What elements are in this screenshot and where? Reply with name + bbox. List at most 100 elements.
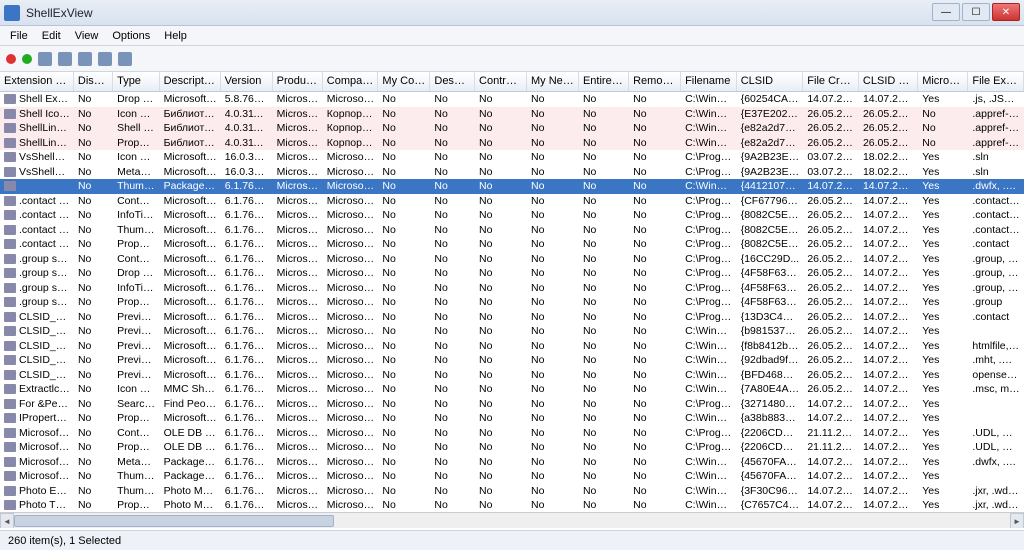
maximize-button[interactable]: ☐: [962, 3, 990, 21]
table-row[interactable]: Photo Ext...NoThumbnailPhoto Meta...6.1.…: [0, 484, 1024, 499]
column-header[interactable]: My Networ...: [527, 72, 579, 91]
table-row[interactable]: .group sh...NoContext Me...Microsoft (..…: [0, 252, 1024, 267]
properties-icon[interactable]: [78, 52, 92, 66]
cell: No: [74, 426, 113, 441]
table-row[interactable]: Shell Icon...NoIcon HandlerБиблиотек...4…: [0, 107, 1024, 122]
column-header[interactable]: Filename: [681, 72, 737, 91]
table-row[interactable]: Shell Exte...NoDrop Handl...Microsoft ..…: [0, 92, 1024, 107]
cell: 14.07.2009 ...: [859, 426, 918, 441]
cell: No: [430, 121, 475, 136]
column-header[interactable]: Control Pan...: [475, 72, 527, 91]
close-button[interactable]: ✕: [992, 3, 1020, 21]
cell: No: [475, 411, 527, 426]
column-header[interactable]: CLSID Modi...: [859, 72, 918, 91]
cell: C:\Windows...: [681, 339, 737, 354]
column-header[interactable]: Entire Netw...: [579, 72, 629, 91]
column-header[interactable]: Product...: [273, 72, 323, 91]
cell: 14.07.2009 ...: [803, 179, 859, 194]
column-header[interactable]: File Created...: [803, 72, 859, 91]
column-header[interactable]: Type: [113, 72, 159, 91]
table-row[interactable]: .contact s...NoInfoTip Han...Microsoft (…: [0, 208, 1024, 223]
table-row[interactable]: ShellLink ...NoShell Link (...Библиотек.…: [0, 121, 1024, 136]
column-header[interactable]: My Comput...: [378, 72, 430, 91]
cell: No: [629, 165, 681, 180]
table-row[interactable]: .group sh...NoInfoTip Han...Microsoft (.…: [0, 281, 1024, 296]
cell: 26.05.2021 ...: [803, 136, 859, 151]
scroll-right-icon[interactable]: ►: [1010, 513, 1024, 528]
table-row[interactable]: .contact s...NoProperty Ha...Microsoft (…: [0, 237, 1024, 252]
cell: No: [475, 252, 527, 267]
column-header[interactable]: CLSID: [737, 72, 804, 91]
table-row[interactable]: .contact s...NoContext Me...Microsoft (.…: [0, 194, 1024, 209]
menu-edit[interactable]: Edit: [36, 28, 67, 44]
table-row[interactable]: CLSID_Co...NoPreview Ha...Microsoft (...…: [0, 310, 1024, 325]
table-row[interactable]: For &Peo...NoSearch Han...Find People6.1…: [0, 397, 1024, 412]
cell: No: [74, 150, 113, 165]
copy-icon[interactable]: [58, 52, 72, 66]
table-row[interactable]: NoThumbnailPackage Do...6.1.7600.16...Mi…: [0, 179, 1024, 194]
column-headers[interactable]: Extension N...DisabledTypeDescriptionVer…: [0, 72, 1024, 92]
menu-file[interactable]: File: [4, 28, 34, 44]
column-header[interactable]: Disabled: [74, 72, 113, 91]
disable-dot-icon[interactable]: [6, 54, 16, 64]
table-row[interactable]: CLSID_Pre...NoPreview Ha...Microsoft In.…: [0, 324, 1024, 339]
column-header[interactable]: Microsoft: [918, 72, 968, 91]
table-row[interactable]: .contact s...NoThumbnailMicrosoft (...6.…: [0, 223, 1024, 238]
table-row[interactable]: Microsoft ...NoThumbnailPackage Do...6.1…: [0, 469, 1024, 484]
table-row[interactable]: IProperty ...NoProperty Ha...Microsoft I…: [0, 411, 1024, 426]
column-header[interactable]: Remote Co...: [629, 72, 681, 91]
table-row[interactable]: Microsoft ...NoProperty Sh...OLE DB Cor.…: [0, 440, 1024, 455]
table-row[interactable]: VsShellExt...NoIcon HandlerMicrosoft V..…: [0, 150, 1024, 165]
save-icon[interactable]: [38, 52, 52, 66]
find-icon[interactable]: [118, 52, 132, 66]
cell: No: [430, 223, 475, 238]
cell: Yes: [918, 484, 968, 499]
menu-help[interactable]: Help: [158, 28, 193, 44]
column-header[interactable]: Desktop: [430, 72, 475, 91]
list-view[interactable]: Extension N...DisabledTypeDescriptionVer…: [0, 72, 1024, 528]
scroll-left-icon[interactable]: ◄: [0, 513, 14, 528]
column-header[interactable]: Company: [323, 72, 379, 91]
table-row[interactable]: Extractlco...NoIcon HandlerMMC Shell ...…: [0, 382, 1024, 397]
cell: C:\Windows...: [681, 368, 737, 383]
column-header[interactable]: Extension N...: [0, 72, 74, 91]
cell: 26.05.2021 ...: [803, 208, 859, 223]
cell: Microsoft C...: [323, 484, 379, 499]
table-row[interactable]: Photo Thu...NoProperty Ha...Photo Meta..…: [0, 498, 1024, 513]
cell: No: [527, 484, 579, 499]
cell: {8082C5E6-...: [737, 208, 804, 223]
cell: No: [475, 136, 527, 151]
cell: No: [629, 426, 681, 441]
cell: No: [579, 136, 629, 151]
cell: 14.07.2009 ...: [859, 353, 918, 368]
menu-view[interactable]: View: [69, 28, 105, 44]
column-header[interactable]: Description: [160, 72, 221, 91]
column-header[interactable]: Version: [221, 72, 273, 91]
menu-options[interactable]: Options: [106, 28, 156, 44]
table-row[interactable]: Microsoft ...NoContext Me...OLE DB Cor..…: [0, 426, 1024, 441]
table-row[interactable]: CLSID_Pre...NoPreview Ha...Microsoft In.…: [0, 353, 1024, 368]
cell: 6.1.7601.24...: [221, 353, 273, 368]
cell: No: [527, 339, 579, 354]
table-row[interactable]: CLSID_Pre...NoPreview Ha...Microsoft In.…: [0, 339, 1024, 354]
cell: No: [378, 150, 430, 165]
table-row[interactable]: VsShellExt...NoMetaDataMicrosoft V...16.…: [0, 165, 1024, 180]
cell: No: [378, 223, 430, 238]
column-header[interactable]: File Extensi...: [968, 72, 1024, 91]
table-row[interactable]: .group sh...NoDrop Handl...Microsoft (..…: [0, 266, 1024, 281]
cell: Thumbnail: [113, 484, 159, 499]
cell: No: [74, 295, 113, 310]
cell: Property Ha...: [113, 411, 159, 426]
cell: C:\Program ...: [681, 310, 737, 325]
enable-dot-icon[interactable]: [22, 54, 32, 64]
refresh-icon[interactable]: [98, 52, 112, 66]
minimize-button[interactable]: —: [932, 3, 960, 21]
horizontal-scrollbar[interactable]: ◄ ►: [0, 512, 1024, 528]
table-row[interactable]: CLSID_Pre...NoPreview Ha...Microsoft In.…: [0, 368, 1024, 383]
cell: C:\Windows...: [681, 353, 737, 368]
scroll-thumb[interactable]: [14, 515, 334, 527]
cell: No: [378, 252, 430, 267]
table-row[interactable]: ShellLink ...NoProperty Ha...Библиотек..…: [0, 136, 1024, 151]
table-row[interactable]: .group sh...NoProperty Ha...Microsoft (.…: [0, 295, 1024, 310]
table-row[interactable]: Microsoft ...NoMetaDataPackage Do...6.1.…: [0, 455, 1024, 470]
